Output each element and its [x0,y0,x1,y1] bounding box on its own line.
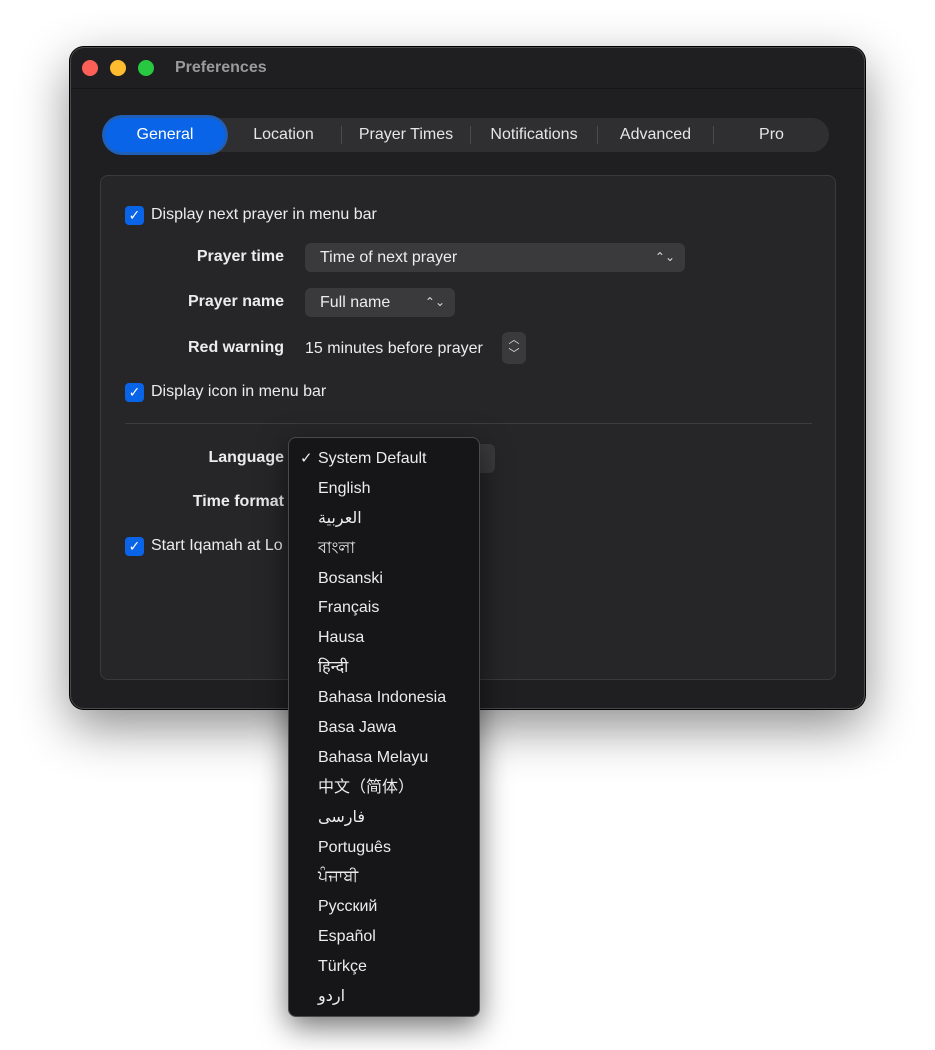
language-option[interactable]: 中文（简体） [289,773,479,803]
start-iqamah-checkbox[interactable]: ✓ [125,537,144,556]
close-window-button[interactable] [82,60,98,76]
language-option[interactable]: Basa Jawa [289,713,479,743]
language-option[interactable]: Bosanski [289,564,479,594]
language-option[interactable]: Hausa [289,623,479,653]
language-option[interactable]: বাংলা [289,534,479,564]
red-warning-stepper[interactable]: ︿ ﹀ [502,332,526,364]
language-option[interactable]: Français [289,593,479,623]
checkmark-icon: ✓ [300,450,313,467]
tab-pro[interactable]: Pro [714,118,829,152]
display-icon-label: Display icon in menu bar [151,383,327,400]
time-format-label: Time format [192,493,284,510]
tab-advanced[interactable]: Advanced [598,118,713,152]
red-warning-value: 15 minutes before prayer [305,340,483,357]
zoom-window-button[interactable] [138,60,154,76]
language-option-label: ਪੰਜਾਬੀ [318,868,359,886]
title-bar: Preferences [71,48,864,89]
language-option[interactable]: اردو [289,982,479,1012]
prayer-time-popup[interactable]: Time of next prayer ⌃⌄ [305,243,685,272]
language-option[interactable]: Português [289,833,479,863]
chevron-up-down-icon: ⌃⌄ [654,250,675,264]
language-option[interactable]: Bahasa Indonesia [289,683,479,713]
language-option-label: Bahasa Melayu [318,748,429,766]
checkmark-icon: ✓ [128,538,141,554]
language-option-label: العربية [318,509,362,527]
language-option-label: System Default [318,450,427,467]
tab-notifications[interactable]: Notifications [471,118,597,152]
language-option-label: Français [318,599,380,617]
chevron-up-down-icon: ⌃⌄ [424,295,445,309]
language-option[interactable]: فارسی [289,803,479,833]
tab-prayer-times[interactable]: Prayer Times [342,118,470,152]
language-option[interactable]: ਪੰਜਾਬੀ [289,862,479,892]
language-option[interactable]: Türkçe [289,952,479,982]
stepper-up-icon[interactable]: ︿ [502,333,526,347]
start-iqamah-label: Start Iqamah at Lo [151,537,283,554]
prayer-name-value: Full name [320,294,391,311]
language-option-label: Español [318,928,376,946]
language-option-label: فارسی [318,808,365,826]
language-option-label: हिन्दी [318,659,349,677]
language-option[interactable]: Bahasa Melayu [289,743,479,773]
prayer-name-popup[interactable]: Full name ⌃⌄ [305,288,455,317]
language-option-label: اردو [318,988,346,1006]
checkmark-icon: ✓ [128,384,141,400]
language-option[interactable]: Русский [289,892,479,922]
language-dropdown-menu: ✓ System Default English العربية বাংলা Bosans… [288,437,480,1017]
language-option[interactable]: ✓ System Default [289,444,479,474]
section-divider [125,423,812,424]
display-next-prayer-checkbox[interactable]: ✓ [125,206,144,225]
language-option[interactable]: Español [289,922,479,952]
language-option-label: Bosanski [318,569,383,587]
language-option-label: বাংলা [318,539,355,557]
language-option-label: Basa Jawa [318,719,397,737]
display-icon-checkbox[interactable]: ✓ [125,383,144,402]
tab-bar: General Location Prayer Times Notificati… [105,118,829,152]
language-option-label: Hausa [318,629,365,647]
tab-location[interactable]: Location [225,118,342,152]
prayer-time-value: Time of next prayer [320,249,458,266]
language-option-label: 中文（简体） [318,778,415,796]
language-label: Language [208,449,284,466]
minimize-window-button[interactable] [110,60,126,76]
prayer-time-label: Prayer time [196,248,284,265]
prayer-name-label: Prayer name [187,293,284,310]
language-option[interactable]: हिन्दी [289,653,479,683]
language-option-label: Bahasa Indonesia [318,689,447,707]
language-option-label: Русский [318,898,378,916]
language-option-label: English [318,479,371,497]
display-next-prayer-label: Display next prayer in menu bar [151,206,377,223]
stepper-down-icon[interactable]: ﹀ [502,347,526,361]
language-option-label: Türkçe [318,958,367,976]
red-warning-label: Red warning [187,339,284,356]
language-option[interactable]: العربية [289,504,479,534]
tab-general[interactable]: General [105,118,225,152]
checkmark-icon: ✓ [128,207,141,223]
language-option-label: Português [318,838,391,856]
window-title: Preferences [175,59,267,76]
language-option[interactable]: English [289,474,479,504]
